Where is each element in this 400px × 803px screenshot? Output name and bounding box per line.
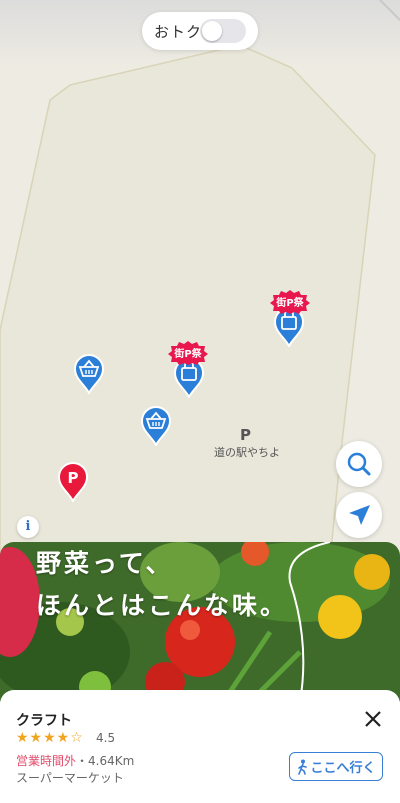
basket-pin[interactable]: [72, 352, 106, 394]
place-label: 道の駅やちよ: [214, 446, 280, 459]
festival-badge-label: 街P祭: [174, 349, 202, 360]
festival-badge: 街P祭: [270, 290, 310, 314]
shop-name: クラフト: [16, 713, 72, 729]
toggle-switch[interactable]: [200, 19, 246, 43]
toggle-knob: [202, 21, 222, 41]
walking-icon: [298, 759, 308, 775]
rating-value: 4.5: [96, 731, 116, 745]
star-rating: ★★★★☆: [16, 730, 84, 746]
navigate-button[interactable]: ここへ行く: [289, 752, 383, 781]
point-card-pin[interactable]: P: [56, 460, 90, 502]
search-icon: [347, 452, 371, 476]
promo-banner[interactable]: 野菜って、 ほんとはこんな味。: [0, 542, 400, 702]
current-location-button[interactable]: [336, 492, 382, 538]
distance: ・4.64Km: [76, 754, 135, 768]
info-icon[interactable]: i: [17, 516, 39, 538]
search-button[interactable]: [336, 441, 382, 487]
shop-category: スーパーマーケット: [16, 771, 124, 785]
deal-toggle[interactable]: おトク: [142, 12, 258, 50]
navigate-button-label: ここへ行く: [310, 761, 376, 776]
parking-mark: P: [240, 426, 251, 444]
deal-toggle-label: おトク: [154, 22, 203, 41]
festival-badge-label: 街P祭: [276, 298, 304, 309]
banner-headline-2: ほんとはこんな味。: [36, 591, 289, 620]
shop-detail-sheet: クラフト ★★★★☆ 4.5 営業時間外 ・4.64Km スーパーマーケット こ…: [0, 690, 400, 803]
close-icon[interactable]: [362, 708, 384, 730]
svg-text:P: P: [68, 469, 79, 487]
location-arrow-icon: [349, 505, 370, 525]
banner-headline-1: 野菜って、: [36, 549, 174, 578]
map-view[interactable]: おトク 街P祭 街P祭 P P 道の駅やちよ i: [0, 0, 400, 560]
festival-badge: 街P祭: [168, 341, 208, 365]
basket-pin[interactable]: [139, 404, 173, 446]
hours-status: 営業時間外: [16, 754, 77, 768]
